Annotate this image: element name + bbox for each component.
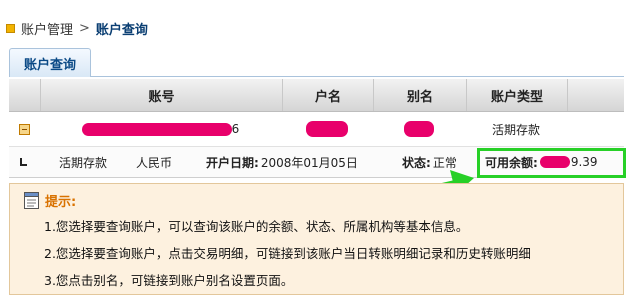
account-type-cell: 活期存款 [491,122,540,137]
tips-title: 提示: [45,194,77,210]
collapse-icon[interactable] [18,123,30,135]
breadcrumb-separator: > [79,20,90,36]
breadcrumb: 账户管理 > 账户查询 [6,18,148,38]
document-icon [24,191,39,209]
redaction-mark [404,121,434,137]
balance-highlight-box [477,148,626,178]
currency: 人民币 [136,155,173,170]
breadcrumb-parent[interactable]: 账户管理 [21,19,73,38]
tips-header: 提示: [24,189,76,211]
account-number-suffix: 6 [231,122,240,136]
account-name-cell [282,112,372,146]
header-account-type: 账户类型 [466,79,567,111]
breadcrumb-current: 账户查询 [95,22,148,38]
redaction-mark [306,121,348,137]
header-account-number: 账号 [40,79,282,111]
tree-connector-icon [19,147,29,177]
tip-item: 2.您选择要查询账户，点击交易明细，可链接到该账户当日转账明细记录和历史转账明细 [44,246,531,261]
table-row: 6 活期存款 [9,112,624,147]
tab-account-query[interactable]: 账户查询 [9,48,91,77]
table-header: 账号 户名 别名 账户类型 [9,79,624,112]
header-account-name: 户名 [282,79,373,111]
deposit-type: 活期存款 [59,155,108,170]
account-number-cell[interactable]: 6 [40,112,281,146]
header-expander-col [9,79,39,111]
alias-cell[interactable] [373,112,465,146]
redaction-mark [81,122,232,136]
header-alias: 别名 [373,79,466,111]
tip-item: 3.您点击别名，可链接到账户别名设置页面。 [44,273,294,288]
open-date-label: 开户日期: [206,155,259,170]
breadcrumb-bullet-icon [6,23,15,33]
tab-strip [9,46,624,77]
expander-cell [9,112,39,146]
tip-item: 1.您选择要查询账户，可以查询该账户的余额、状态、所属机构等基本信息。 [44,219,469,234]
header-extra-col [567,79,625,111]
